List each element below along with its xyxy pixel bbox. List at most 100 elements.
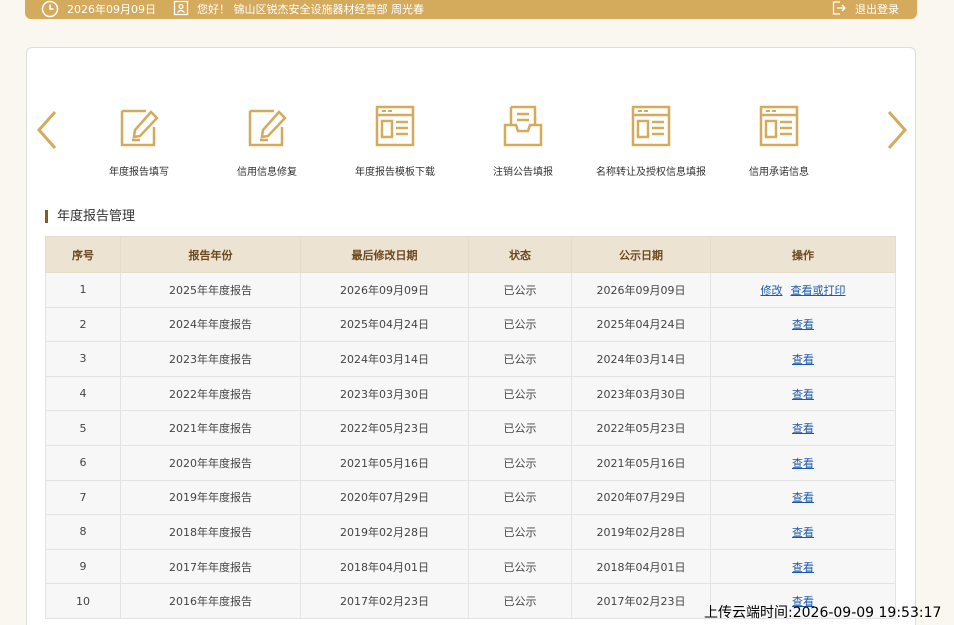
- quick-link-label: 年度报告填写: [109, 167, 169, 178]
- view-link[interactable]: 查看: [792, 353, 814, 366]
- cell-last-modified: 2021年05月16日: [300, 444, 469, 481]
- cell-status: 已公示: [468, 306, 572, 343]
- template-icon: [719, 103, 839, 149]
- cell-publish-date: 2021年05月16日: [571, 444, 711, 481]
- cell-last-modified: 2018年04月01日: [300, 548, 469, 585]
- cell-report-year: 2018年年度报告: [120, 514, 301, 550]
- cell-no: 3: [45, 341, 121, 377]
- cell-last-modified: 2017年02月23日: [300, 583, 469, 619]
- view-link[interactable]: 查看: [792, 526, 814, 539]
- table-row: 5 2021年年度报告 2022年05月23日 已公示 2022年05月23日 查看: [45, 410, 896, 446]
- cell-publish-date: 2019年02月28日: [571, 514, 711, 550]
- view-link[interactable]: 查看: [792, 561, 814, 574]
- view-link[interactable]: 查看: [792, 318, 814, 331]
- quick-link-1[interactable]: 年度报告填写: [79, 103, 199, 178]
- cell-no: 6: [45, 444, 121, 481]
- table-row: 3 2023年年度报告 2024年03月14日 已公示 2024年03月14日 查看: [45, 341, 896, 377]
- upload-time: 上传云端时间:2026-09-09 19:53:17: [704, 605, 942, 621]
- cell-no: 9: [45, 548, 121, 585]
- carousel-next-icon[interactable]: [883, 108, 911, 152]
- cell-actions: 查看: [710, 306, 896, 343]
- section-title: 年度报告管理: [45, 210, 135, 223]
- cell-publish-date: 2024年03月14日: [571, 341, 711, 377]
- clock-icon: [41, 0, 59, 18]
- cell-publish-date: 2025年04月24日: [571, 306, 711, 343]
- cell-status: 已公示: [468, 514, 572, 550]
- quick-link-label: 信用承诺信息: [749, 167, 809, 178]
- view-link[interactable]: 查看: [792, 457, 814, 470]
- cell-last-modified: 2025年04月24日: [300, 306, 469, 343]
- cell-status: 已公示: [468, 375, 572, 412]
- cell-publish-date: 2026年09月09日: [571, 272, 711, 308]
- table-row: 6 2020年年度报告 2021年05月16日 已公示 2021年05月16日 查看: [45, 444, 896, 481]
- cell-report-year: 2019年年度报告: [120, 479, 301, 516]
- cell-report-year: 2016年年度报告: [120, 583, 301, 619]
- cell-no: 7: [45, 479, 121, 516]
- table-header-row: 序号 报告年份 最后修改日期 状态 公示日期 操作: [45, 236, 896, 273]
- quick-link-2[interactable]: 信用信息修复: [207, 103, 327, 178]
- carousel-prev-icon[interactable]: [33, 108, 61, 152]
- table-row: 8 2018年年度报告 2019年02月28日 已公示 2019年02月28日 查看: [45, 514, 896, 550]
- cell-status: 已公示: [468, 444, 572, 481]
- cell-report-year: 2025年年度报告: [120, 272, 301, 308]
- view-link[interactable]: 查看: [792, 388, 814, 401]
- view-link[interactable]: 查看: [792, 422, 814, 435]
- quick-link-6[interactable]: 信用承诺信息: [719, 103, 839, 178]
- quick-link-5[interactable]: 名称转让及授权信息填报: [591, 103, 711, 178]
- cell-status: 已公示: [468, 272, 572, 308]
- cell-status: 已公示: [468, 410, 572, 446]
- edit-icon: [79, 103, 199, 149]
- cell-last-modified: 2024年03月14日: [300, 341, 469, 377]
- cell-last-modified: 2020年07月29日: [300, 479, 469, 516]
- quick-link-3[interactable]: 年度报告模板下载: [335, 103, 455, 178]
- view-link[interactable]: 查看: [792, 491, 814, 504]
- cell-last-modified: 2026年09月09日: [300, 272, 469, 308]
- header-actions: 操作: [710, 236, 896, 273]
- table-row: 7 2019年年度报告 2020年07月29日 已公示 2020年07月29日 查看: [45, 479, 896, 516]
- quick-link-4[interactable]: 注销公告填报: [463, 103, 583, 178]
- cell-actions: 查看: [710, 410, 896, 446]
- cell-status: 已公示: [468, 583, 572, 619]
- view-link[interactable]: 查看或打印: [791, 284, 846, 297]
- cell-no: 2: [45, 306, 121, 343]
- cell-actions: 查看: [710, 514, 896, 550]
- cell-status: 已公示: [468, 341, 572, 377]
- template-icon: [335, 103, 455, 149]
- table-row: 2 2024年年度报告 2025年04月24日 已公示 2025年04月24日 查看: [45, 306, 896, 343]
- cell-last-modified: 2019年02月28日: [300, 514, 469, 550]
- cell-last-modified: 2022年05月23日: [300, 410, 469, 446]
- cell-actions: 查看: [710, 375, 896, 412]
- table-row: 1 2025年年度报告 2026年09月09日 已公示 2026年09月09日 修改 查看或…: [45, 272, 896, 308]
- quick-link-label: 年度报告模板下载: [355, 167, 435, 178]
- cell-status: 已公示: [468, 548, 572, 585]
- quick-link-label: 名称转让及授权信息填报: [596, 167, 706, 178]
- cell-report-year: 2023年年度报告: [120, 341, 301, 377]
- header-publish-date: 公示日期: [571, 236, 711, 273]
- cell-no: 8: [45, 514, 121, 550]
- logout-icon[interactable]: [831, 0, 847, 16]
- cell-publish-date: 2018年04月01日: [571, 548, 711, 585]
- table-row: 9 2017年年度报告 2018年04月01日 已公示 2018年04月01日 查看: [45, 548, 896, 585]
- user-card-icon: [173, 0, 189, 16]
- cell-report-year: 2022年年度报告: [120, 375, 301, 412]
- greeting-text: 您好！ 锦山区锐杰安全设施器材经营部 周光春: [197, 3, 424, 16]
- cell-publish-date: 2022年05月23日: [571, 410, 711, 446]
- quick-link-label: 注销公告填报: [493, 167, 553, 178]
- template-icon: [591, 103, 711, 149]
- edit-icon: [207, 103, 327, 149]
- cell-publish-date: 2023年03月30日: [571, 375, 711, 412]
- top-bar: 2026年09月09日 您好！ 锦山区锐杰安全设施器材经营部 周光春 退出登录: [25, 0, 917, 19]
- cell-no: 10: [45, 583, 121, 619]
- header-last-modified: 最后修改日期: [300, 236, 469, 273]
- cell-no: 4: [45, 375, 121, 412]
- cell-report-year: 2021年年度报告: [120, 410, 301, 446]
- logout-link[interactable]: 退出登录: [855, 1, 899, 17]
- cell-no: 5: [45, 410, 121, 446]
- cell-actions: 查看: [710, 444, 896, 481]
- cell-report-year: 2020年年度报告: [120, 444, 301, 481]
- cell-actions: 查看: [710, 479, 896, 516]
- cell-publish-date: 2020年07月29日: [571, 479, 711, 516]
- edit-link[interactable]: 修改: [761, 284, 783, 297]
- header-date: 2026年09月09日: [67, 3, 156, 16]
- cell-status: 已公示: [468, 479, 572, 516]
